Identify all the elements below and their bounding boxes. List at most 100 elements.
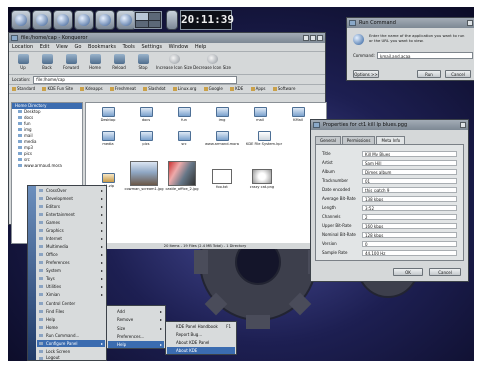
- file-item[interactable]: KDE File System.kpr: [246, 131, 282, 146]
- bookmark-item[interactable]: KDE: [230, 86, 243, 91]
- increase-icon-size-button[interactable]: Increase Icon Size: [156, 52, 192, 74]
- desktop-pager[interactable]: [134, 11, 162, 29]
- menu-help[interactable]: Help: [195, 44, 206, 50]
- kmenu-button[interactable]: [11, 10, 31, 30]
- kmenu-item[interactable]: CrossOver ▸: [37, 187, 105, 194]
- properties-titlebar[interactable]: Properties for ct1 kill lp blues.pgg: [311, 120, 468, 130]
- forward-button[interactable]: Forward: [60, 52, 82, 74]
- bookmark-item[interactable]: Freshmeat: [110, 86, 136, 91]
- kmenu-item[interactable]: Internet ▸: [37, 235, 105, 242]
- bookmark-item[interactable]: Apps: [251, 86, 266, 91]
- submenu-item-help[interactable]: Help ▸: [108, 341, 164, 348]
- browser-icon[interactable]: [53, 10, 73, 30]
- kmenu-item[interactable]: Help: [37, 316, 105, 323]
- kmenu-item[interactable]: Entertainment ▸: [37, 211, 105, 218]
- menu-window[interactable]: Window: [169, 44, 189, 50]
- kmenu-item[interactable]: Logout: [37, 355, 105, 361]
- kmenu-item[interactable]: Control Center: [37, 300, 105, 307]
- kmenu-item[interactable]: Toys ▸: [37, 275, 105, 282]
- kmenu-item[interactable]: Preferences ▸: [37, 259, 105, 266]
- cancel-button[interactable]: Cancel: [429, 268, 461, 276]
- up-button[interactable]: Up: [12, 52, 34, 74]
- close-button[interactable]: [460, 122, 466, 128]
- meta-value[interactable]: Dimes album: [362, 169, 457, 175]
- menu-go[interactable]: Go: [75, 44, 82, 50]
- file-item[interactable]: crazy cat.png: [244, 169, 280, 189]
- submenu-item[interactable]: Add ▸: [108, 308, 164, 315]
- maximize-button[interactable]: [310, 35, 316, 41]
- menu-tools[interactable]: Tools: [123, 44, 135, 50]
- kmenu-item[interactable]: Utilities ▸: [37, 283, 105, 290]
- file-item[interactable]: foo.txt: [204, 169, 240, 189]
- bookmark-item[interactable]: Google: [204, 86, 223, 91]
- decrease-icon-size-button[interactable]: Decrease Icon Size: [193, 52, 231, 74]
- file-item[interactable]: img: [204, 107, 240, 122]
- taskbar-icon[interactable]: [166, 10, 178, 30]
- konqueror-titlebar[interactable]: file:/home/cap - Konqueror: [9, 33, 325, 43]
- stop-button[interactable]: Stop: [132, 52, 154, 74]
- kmenu-item[interactable]: Run Command...: [37, 332, 105, 339]
- kmenu-item[interactable]: Graphics ▸: [37, 227, 105, 234]
- kmenu-item[interactable]: Ximian ▸: [37, 291, 105, 298]
- menu-settings[interactable]: Settings: [141, 44, 162, 50]
- bookmark-item[interactable]: KDE Fun Site: [42, 86, 73, 91]
- home-icon[interactable]: [32, 10, 52, 30]
- tab-general[interactable]: General: [315, 136, 341, 144]
- home-button[interactable]: Home: [84, 52, 106, 74]
- bookmark-item[interactable]: Software: [273, 86, 296, 91]
- tab-permissions[interactable]: Permissions: [341, 136, 376, 144]
- bookmark-item[interactable]: Linux.org: [173, 86, 197, 91]
- help-icon[interactable]: [116, 10, 136, 30]
- submenu-item[interactable]: Size ▸: [108, 325, 164, 332]
- run-command-titlebar[interactable]: Run Command: [347, 18, 474, 28]
- menu-location[interactable]: Location: [12, 44, 33, 50]
- file-item[interactable]: fun: [166, 107, 202, 122]
- mail-icon[interactable]: [95, 10, 115, 30]
- terminal-icon[interactable]: [74, 10, 94, 30]
- help-menu-item[interactable]: Report Bug...: [167, 331, 235, 338]
- menu-edit[interactable]: Edit: [40, 44, 50, 50]
- file-item[interactable]: mail: [242, 107, 278, 122]
- meta-value[interactable]: 01: [362, 178, 457, 184]
- file-item[interactable]: docs: [128, 107, 164, 122]
- file-item[interactable]: src: [166, 131, 202, 146]
- kmenu-item[interactable]: Home: [37, 324, 105, 331]
- close-button[interactable]: [467, 20, 473, 26]
- kmenu-item[interactable]: Editors ▸: [37, 203, 105, 210]
- run-button[interactable]: Run: [417, 70, 441, 78]
- menu-bookmarks[interactable]: Bookmarks: [88, 44, 116, 50]
- meta-value[interactable]: Sam Hill: [362, 160, 457, 166]
- command-input[interactable]: kmail.and.acaa: [377, 52, 473, 59]
- kmenu-item[interactable]: Games ▸: [37, 219, 105, 226]
- kmenu-item[interactable]: Office ▸: [37, 251, 105, 258]
- meta-value[interactable]: Kill My Blues: [362, 151, 457, 157]
- file-item[interactable]: www.armand.mora: [204, 131, 240, 146]
- file-item[interactable]: pics: [128, 131, 164, 146]
- minimize-button[interactable]: [303, 35, 309, 41]
- kmenu-item[interactable]: Find Files: [37, 308, 105, 315]
- kmenu-item[interactable]: System ▸: [37, 267, 105, 274]
- submenu-item[interactable]: Remove ▸: [108, 316, 164, 323]
- kmenu-item[interactable]: Lock Screen: [37, 348, 105, 355]
- tree-item[interactable]: www.armaud.mora: [12, 163, 82, 169]
- help-menu-item-about-kde[interactable]: About KDE: [167, 347, 235, 354]
- menu-view[interactable]: View: [56, 44, 68, 50]
- cancel-button[interactable]: Cancel: [445, 70, 471, 78]
- file-item[interactable]: Desktop: [90, 107, 126, 122]
- kmenu-item-configure-panel[interactable]: Configure Panel ▸: [37, 340, 105, 347]
- bookmark-item[interactable]: Standard: [12, 86, 35, 91]
- reload-button[interactable]: Reload: [108, 52, 130, 74]
- kmenu-item[interactable]: Development ▸: [37, 195, 105, 202]
- ok-button[interactable]: OK: [393, 268, 423, 276]
- options-button[interactable]: Options >>: [353, 70, 379, 78]
- file-item[interactable]: castle_office_2.jpg: [164, 161, 200, 191]
- tab-meta-info[interactable]: Meta Info: [376, 136, 406, 144]
- submenu-item[interactable]: Preferences...: [108, 333, 164, 340]
- back-button[interactable]: Back: [36, 52, 58, 74]
- file-item[interactable]: cowman_scream1.jpg: [124, 161, 164, 191]
- help-menu-item[interactable]: KDE Panel Handbook F1: [167, 323, 235, 330]
- help-menu-item[interactable]: About KDE Panel: [167, 339, 235, 346]
- bookmark-item[interactable]: Slashdot: [143, 86, 165, 91]
- meta-value[interactable]: this_patch 9: [362, 187, 457, 193]
- kmenu-item[interactable]: Multimedia ▸: [37, 243, 105, 250]
